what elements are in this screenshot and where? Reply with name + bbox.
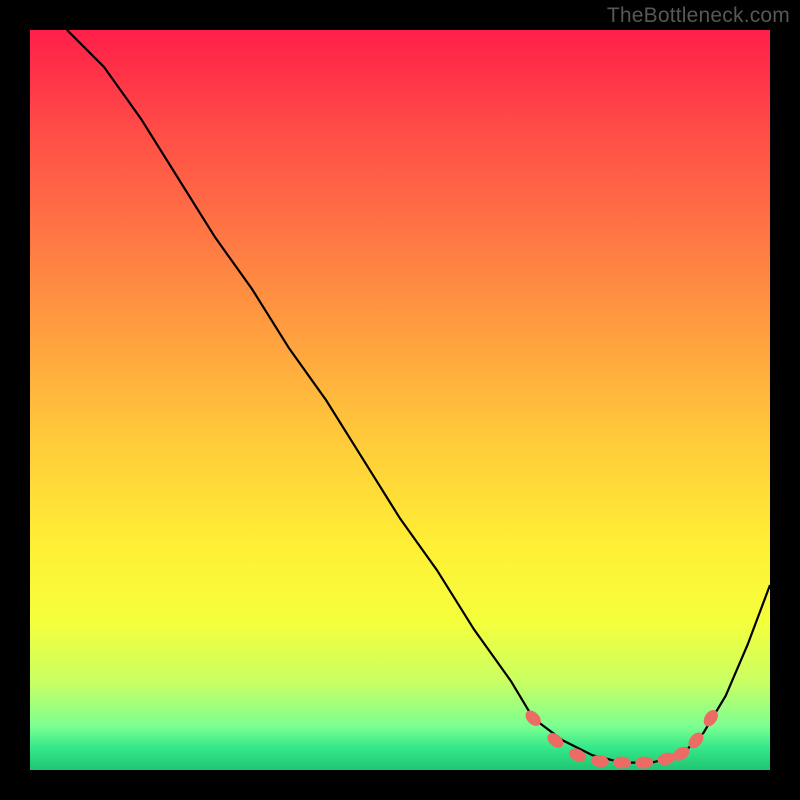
bottleneck-curve-path bbox=[67, 30, 770, 763]
optimal-bead bbox=[613, 756, 631, 769]
optimal-bead bbox=[523, 708, 544, 729]
watermark-label: TheBottleneck.com bbox=[607, 4, 790, 28]
plot-area bbox=[30, 30, 770, 770]
optimal-bead bbox=[656, 751, 676, 767]
chart-frame: TheBottleneck.com bbox=[0, 0, 800, 800]
optimal-bead bbox=[635, 756, 654, 769]
curve-svg bbox=[30, 30, 770, 770]
optimal-range-beads bbox=[523, 707, 721, 769]
